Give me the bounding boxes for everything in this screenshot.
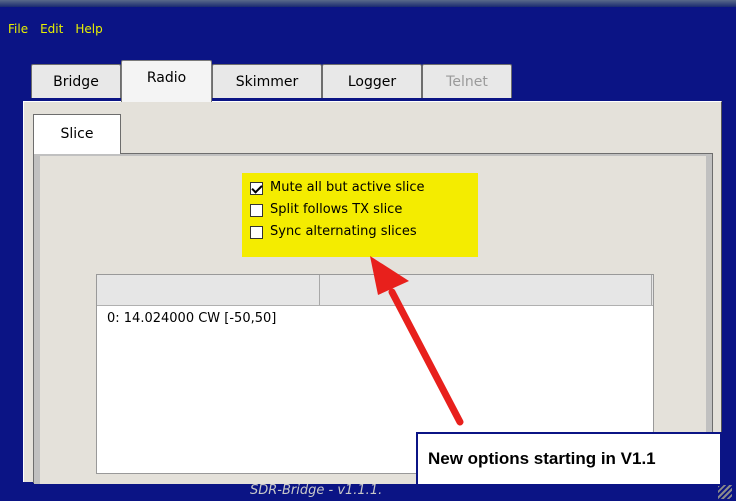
checkbox-sync-alternating[interactable]	[250, 225, 263, 239]
checkbox-split-follows-tx[interactable]	[250, 203, 263, 217]
app-window: File Edit Help Bridge Radio Skimmer Logg…	[0, 0, 736, 501]
column-header-2[interactable]	[320, 275, 652, 305]
option-label: Mute all but active slice	[270, 180, 425, 195]
options-highlight: Mute all but active slice Split follows …	[242, 173, 478, 257]
window-top-edge	[0, 0, 736, 7]
option-mute-all-but-active[interactable]: Mute all but active slice	[250, 177, 470, 199]
menu-edit[interactable]: Edit	[40, 22, 63, 38]
main-tabs: Bridge Radio Skimmer Logger Telnet	[31, 60, 720, 102]
option-label: Split follows TX slice	[270, 202, 403, 217]
tab-radio[interactable]: Radio	[121, 60, 212, 102]
tab-logger[interactable]: Logger	[322, 64, 422, 98]
tab-skimmer[interactable]: Skimmer	[212, 64, 322, 98]
option-label: Sync alternating slices	[270, 224, 417, 239]
checkbox-mute-all-but-active[interactable]	[250, 181, 263, 195]
menu-help[interactable]: Help	[75, 22, 102, 38]
resize-grip-icon[interactable]	[718, 485, 732, 499]
menu-file[interactable]: File	[8, 22, 28, 38]
tab-bridge[interactable]: Bridge	[31, 64, 121, 98]
list-item[interactable]: 0: 14.024000 CW [-50,50]	[107, 311, 276, 326]
status-text: SDR-Bridge - v1.1.1.	[250, 483, 383, 498]
option-sync-alternating[interactable]: Sync alternating slices	[250, 221, 470, 243]
tab-telnet: Telnet	[422, 64, 512, 98]
option-split-follows-tx[interactable]: Split follows TX slice	[250, 199, 470, 221]
callout-box: New options starting in V1.1	[416, 432, 722, 486]
column-header-1[interactable]	[97, 275, 320, 305]
callout-text: New options starting in V1.1	[428, 449, 656, 468]
list-header	[97, 275, 653, 306]
radio-tab-panel: Slice Mute all but active slice Split fo…	[23, 101, 722, 484]
menu-bar: File Edit Help	[8, 22, 103, 38]
subtab-slice[interactable]: Slice	[33, 114, 121, 154]
